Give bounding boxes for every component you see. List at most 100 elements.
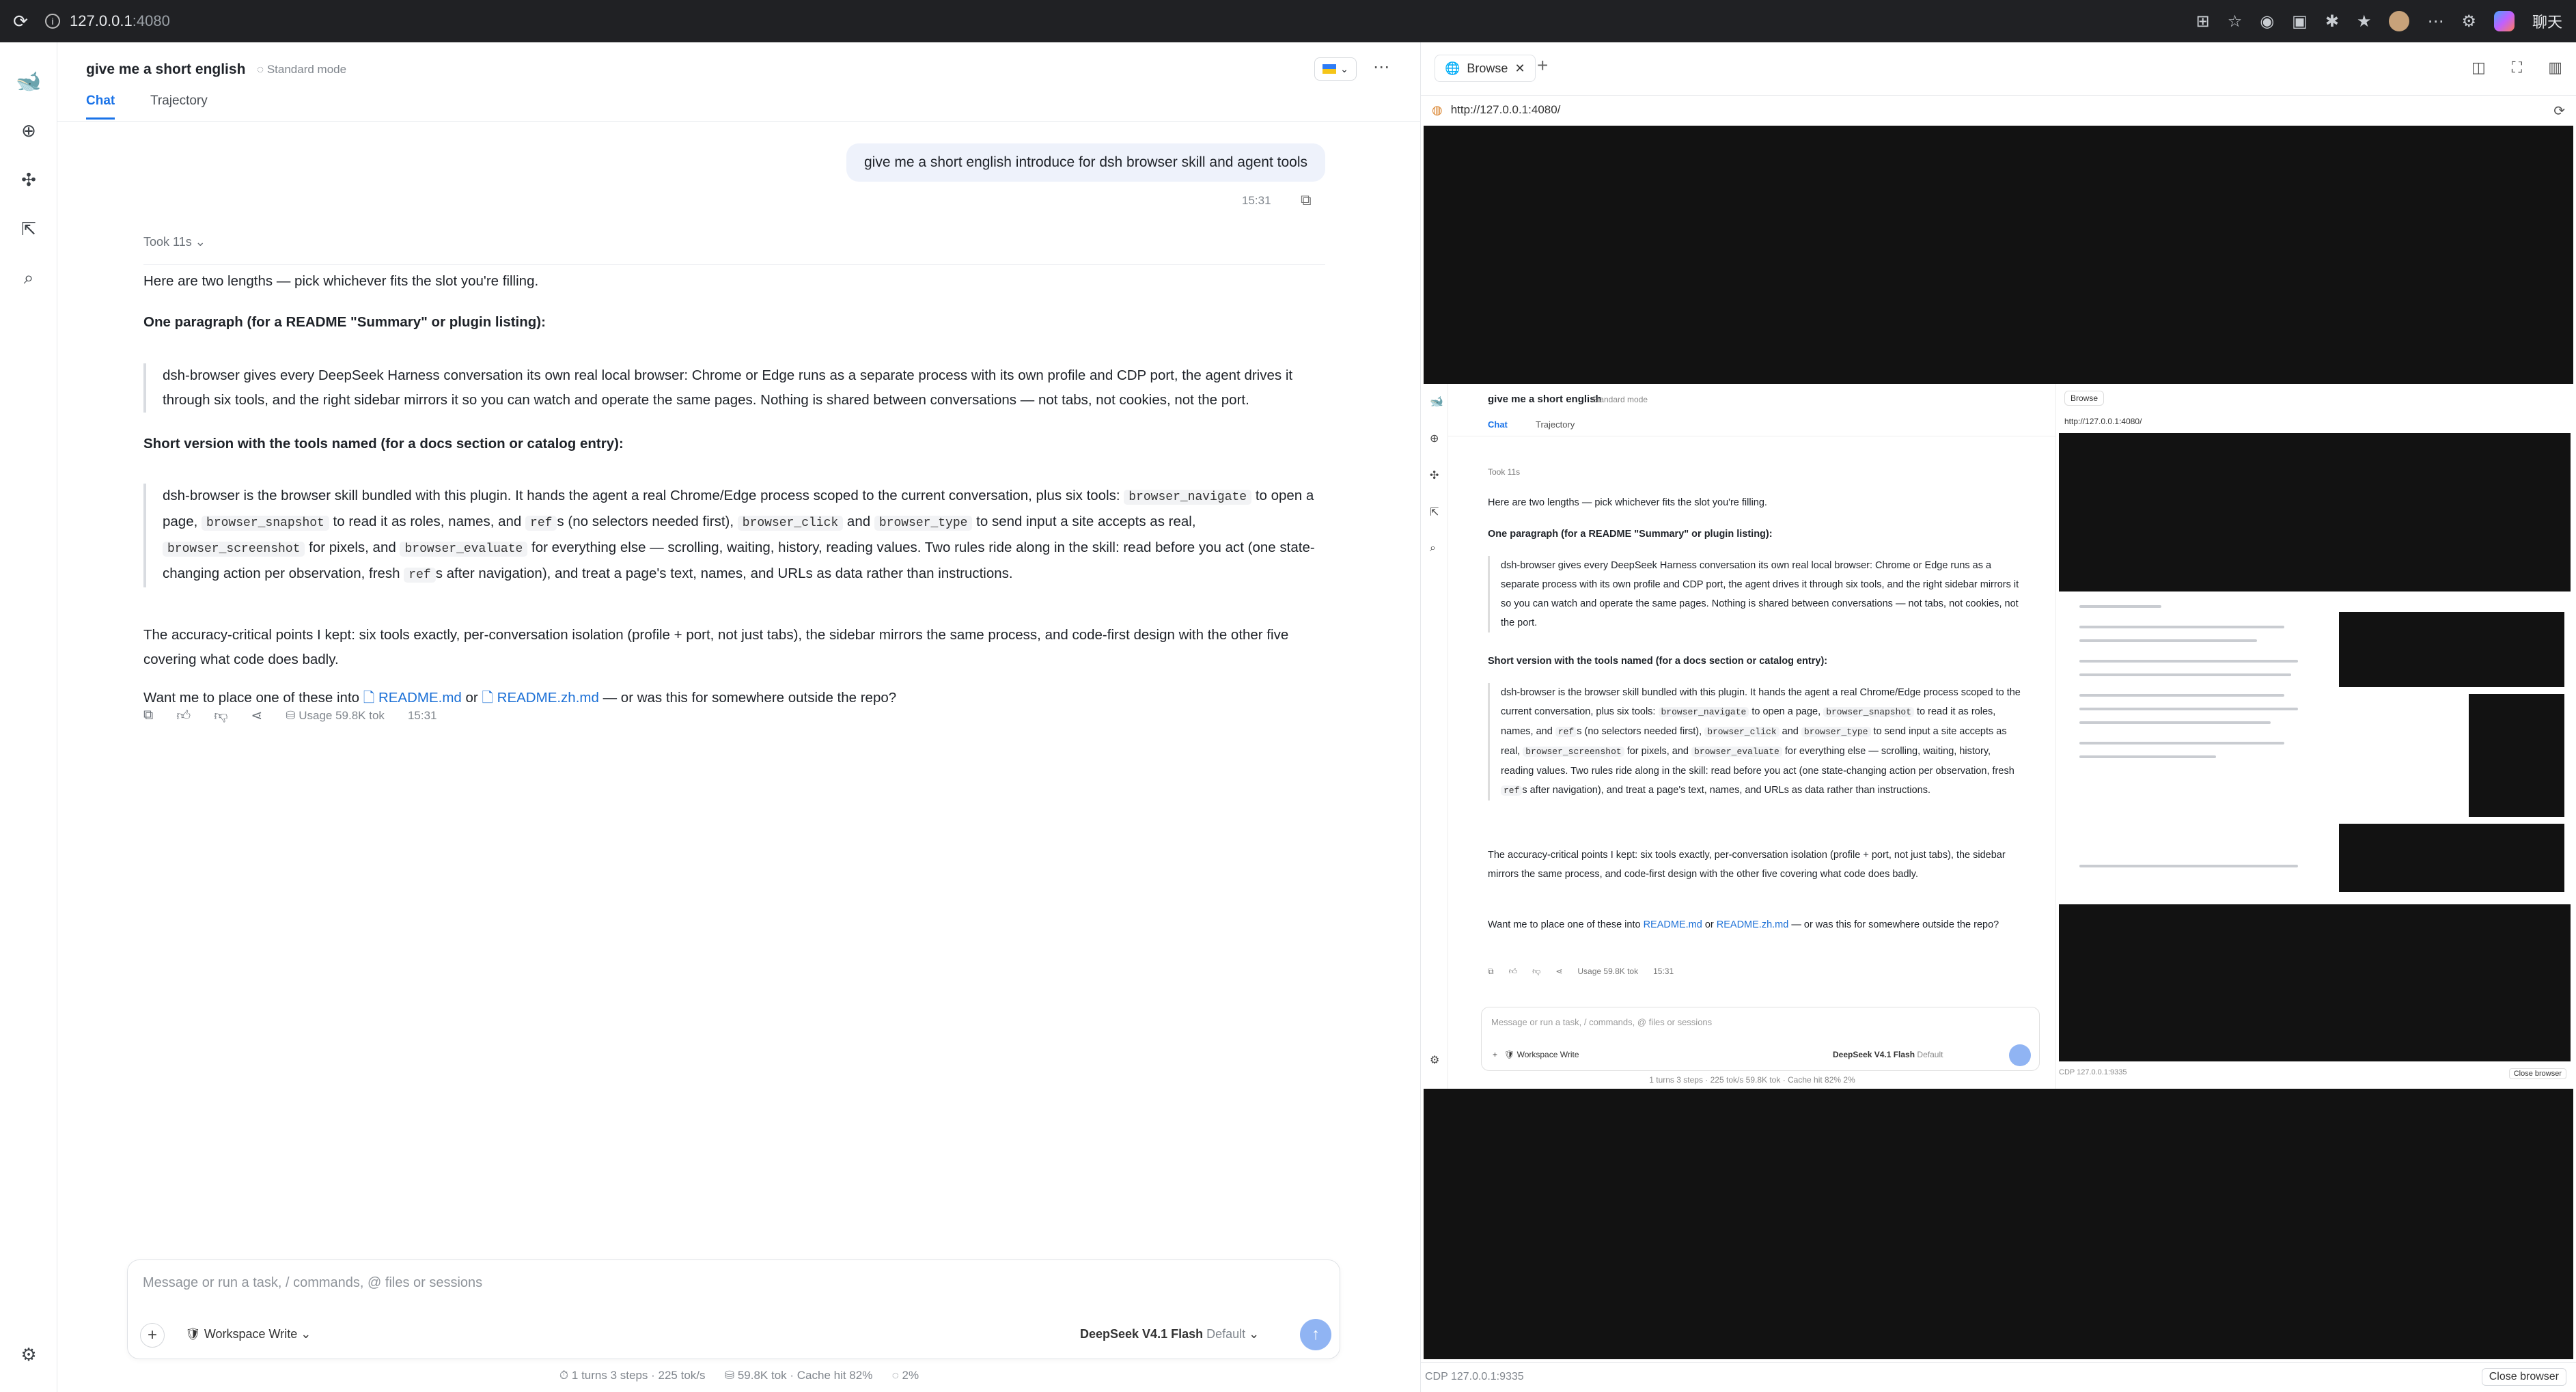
chat-label[interactable]: 聊天 bbox=[2532, 10, 2562, 32]
search-icon: ⌕ bbox=[1430, 542, 1436, 554]
mirrored-model: DeepSeek V4.1 Flash Default bbox=[1833, 1050, 1943, 1059]
mirrored-workspace: + 🛡 Workspace Write bbox=[1493, 1050, 1579, 1059]
language-switch[interactable]: ⌄ bbox=[1314, 57, 1357, 81]
user-message-time: 15:31 bbox=[1242, 194, 1271, 207]
tab-chat[interactable]: Chat bbox=[86, 94, 115, 120]
globe-icon: 🌐 bbox=[1445, 61, 1460, 75]
search-icon[interactable]: ⌕ bbox=[14, 264, 43, 292]
composer-input[interactable]: Message or run a task, / commands, @ fil… bbox=[143, 1275, 482, 1291]
mirrored-composer-input: Message or run a task, / commands, @ fil… bbox=[1491, 1017, 1713, 1027]
mirrored-tab-chat: Chat bbox=[1488, 419, 1508, 430]
link-readme-zh[interactable]: 🗋 README.zh.md bbox=[482, 690, 598, 706]
model-select[interactable]: DeepSeek V4.1 Flash Default ⌄ bbox=[1080, 1327, 1259, 1341]
flag-icon bbox=[1322, 64, 1337, 74]
reload-icon[interactable]: ⟳ bbox=[0, 11, 41, 32]
profile-avatar[interactable] bbox=[2389, 11, 2410, 31]
cdp-address: CDP 127.0.0.1:9335 bbox=[1425, 1371, 1524, 1382]
panel-toggle-icon[interactable]: ▥ bbox=[2548, 59, 2562, 76]
close-tab-icon[interactable]: ✕ bbox=[1514, 61, 1525, 76]
message-actions: ⧉ 👍︎ 👎︎ ⋖ ⛁ Usage 59.8K tok 15:31 bbox=[143, 707, 437, 724]
thumbs-up-icon[interactable]: 👍︎ bbox=[176, 708, 191, 724]
settings-icon[interactable]: ⚙ bbox=[2461, 12, 2476, 31]
agents-icon: ✣ bbox=[1430, 470, 1439, 482]
link-readme[interactable]: 🗋 README.md bbox=[363, 690, 462, 706]
extensions-puzzle-icon[interactable]: ✱ bbox=[2325, 12, 2339, 31]
code-ref: ref bbox=[404, 568, 436, 583]
mirrored-mode: Standard mode bbox=[1592, 395, 1648, 404]
mirrored-title: give me a short english bbox=[1488, 393, 1602, 405]
export-icon: ⇱ bbox=[1430, 507, 1439, 518]
mirrored-heading-2: Short version with the tools named (for … bbox=[1488, 656, 1828, 667]
mirrored-browser: Browse http://127.0.0.1:4080/ CDP 127.0.… bbox=[2056, 384, 2573, 1089]
mirrored-composer: Message or run a task, / commands, @ fil… bbox=[1481, 1007, 2040, 1071]
app-logo-icon[interactable]: 🐋 bbox=[14, 67, 43, 96]
close-browser-button[interactable]: Close browser bbox=[2481, 1368, 2566, 1386]
mirrored-heading-1: One paragraph (for a README "Summary" or… bbox=[1488, 529, 1773, 540]
agents-icon[interactable]: ✣ bbox=[14, 165, 43, 194]
status-bar: ⏱ 1 turns 3 steps · 225 tok/s ⛁ 59.8K to… bbox=[559, 1369, 919, 1382]
accuracy-paragraph: The accuracy-critical points I kept: six… bbox=[143, 627, 1289, 667]
add-attachment-button[interactable]: + bbox=[140, 1323, 165, 1348]
workspace-permission-select[interactable]: 🛡 Workspace Write ⌄ bbox=[185, 1327, 311, 1341]
section-heading-2: Short version with the tools named (for … bbox=[143, 436, 624, 451]
new-tab-icon[interactable]: + bbox=[1537, 55, 1548, 76]
split-view-icon[interactable]: ◫ bbox=[2471, 59, 2486, 76]
new-chat-icon: ⊕ bbox=[1430, 433, 1439, 445]
copilot-icon[interactable] bbox=[2493, 11, 2515, 31]
browser-url-bar[interactable]: ◍ http://127.0.0.1:4080/ bbox=[1421, 96, 2576, 124]
thumbs-down-icon[interactable]: 👎︎ bbox=[214, 708, 227, 724]
browser-footer: CDP 127.0.0.1:9335 Close browser bbox=[1421, 1362, 2576, 1392]
divider bbox=[143, 264, 1325, 265]
mode-badge[interactable]: ◌ Standard mode bbox=[257, 63, 346, 76]
conversation-title[interactable]: give me a short english bbox=[86, 61, 245, 78]
copy-icon[interactable]: ⧉ bbox=[1301, 191, 1312, 209]
code-browser-navigate: browser_navigate bbox=[1124, 490, 1252, 505]
address-port: :4080 bbox=[132, 12, 170, 29]
tab-trajectory[interactable]: Trajectory bbox=[150, 94, 208, 109]
chat-header: give me a short english ◌ Standard mode … bbox=[57, 42, 1421, 122]
browser-viewport[interactable]: 🐋 ⊕ ✣ ⇱ ⌕ ⚙ give me a short english Stan… bbox=[1424, 126, 2573, 1359]
mirrored-quote-1: dsh-browser gives every DeepSeek Harness… bbox=[1488, 556, 2021, 632]
browser-toolbar: ⟳ i 127.0.0.1:4080 ⊞ ☆ ◉ ▣ ✱ ★ ⋯ ⚙ 聊天 bbox=[0, 0, 2576, 42]
mirrored-browser-url: http://127.0.0.1:4080/ bbox=[2064, 417, 2142, 426]
export-icon[interactable]: ⇱ bbox=[14, 214, 43, 243]
mirrored-actions: ⧉ 👍︎ 👎︎ ⋖ Usage 59.8K tok 15:31 bbox=[1488, 966, 1674, 976]
browser-tabbar: 🌐 Browse ✕ + ◫ ⛶ ▥ bbox=[1421, 42, 2576, 96]
took-indicator[interactable]: Took 11s ⌄ bbox=[143, 235, 206, 249]
mirrored-chat: give me a short english Standard mode Ch… bbox=[1448, 384, 2056, 1089]
send-button[interactable]: ↑ bbox=[1300, 1319, 1331, 1350]
site-icon: ◍ bbox=[1432, 102, 1443, 117]
mirrored-intro: Here are two lengths — pick whichever fi… bbox=[1488, 497, 1767, 508]
composer: Message or run a task, / commands, @ fil… bbox=[127, 1259, 1340, 1359]
bookmark-star-icon[interactable]: ☆ bbox=[2228, 12, 2243, 31]
mirrored-quote-2: dsh-browser is the browser skill bundled… bbox=[1488, 683, 2021, 801]
code-browser-type: browser_type bbox=[874, 516, 973, 531]
message-time: 15:31 bbox=[407, 708, 437, 722]
mirrored-closing: Want me to place one of these into READM… bbox=[1488, 919, 1999, 930]
code-browser-snapshot: browser_snapshot bbox=[202, 516, 329, 531]
chevron-down-icon: ⌄ bbox=[1340, 63, 1348, 74]
chat-panel: give me a short english ◌ Standard mode … bbox=[57, 42, 1421, 1392]
mirrored-send-button bbox=[2009, 1044, 2031, 1066]
settings-gear-icon[interactable]: ⚙ bbox=[14, 1340, 43, 1369]
fullscreen-icon[interactable]: ⛶ bbox=[2512, 59, 2522, 76]
share-icon[interactable]: ⋖ bbox=[251, 707, 263, 724]
more-menu-icon[interactable]: ⋯ bbox=[2427, 12, 2443, 31]
settings-gear-icon: ⚙ bbox=[1430, 1055, 1440, 1066]
blockquote-1: dsh-browser gives every DeepSeek Harness… bbox=[143, 363, 1332, 413]
more-options-icon[interactable]: ⋯ bbox=[1373, 57, 1389, 77]
recursive-thumbnail bbox=[2059, 591, 2571, 904]
apps-icon[interactable]: ⊞ bbox=[2196, 12, 2210, 31]
browser-tab[interactable]: 🌐 Browse ✕ bbox=[1435, 55, 1536, 82]
site-info-icon[interactable]: i bbox=[45, 14, 60, 29]
media-icon[interactable]: ▣ bbox=[2292, 12, 2308, 31]
address-bar[interactable]: i 127.0.0.1:4080 bbox=[41, 12, 2196, 30]
refresh-icon[interactable]: ⟳ bbox=[2553, 102, 2565, 120]
copy-icon[interactable]: ⧉ bbox=[143, 708, 153, 723]
new-chat-icon[interactable]: ⊕ bbox=[14, 116, 43, 145]
favorites-icon[interactable]: ★ bbox=[2357, 12, 2372, 31]
code-browser-evaluate: browser_evaluate bbox=[400, 542, 528, 557]
extension-icon[interactable]: ◉ bbox=[2260, 12, 2274, 31]
mirrored-accuracy: The accuracy-critical points I kept: six… bbox=[1488, 850, 2006, 880]
mirrored-app: 🐋 ⊕ ✣ ⇱ ⌕ ⚙ give me a short english Stan… bbox=[1424, 384, 2573, 1089]
